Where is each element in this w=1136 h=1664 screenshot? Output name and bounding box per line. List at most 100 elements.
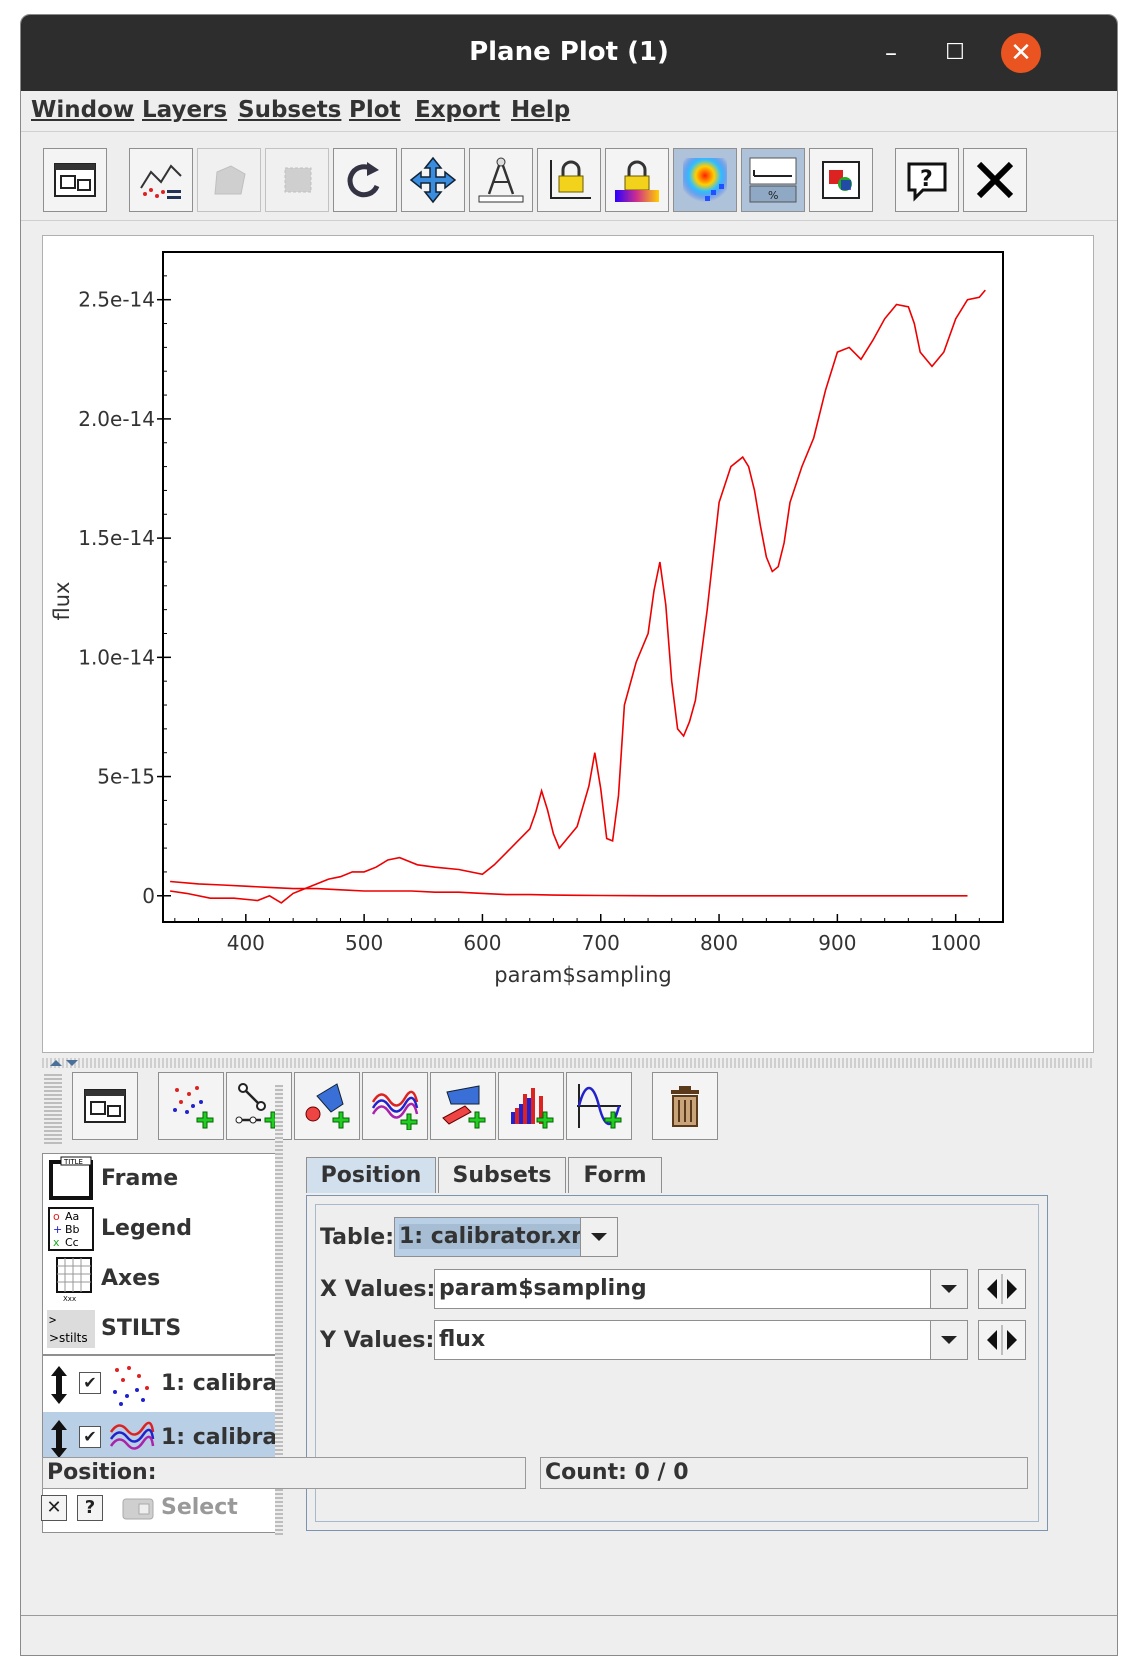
split-pane-divider[interactable]: [42, 1058, 1094, 1068]
chevron-down-icon: [941, 1336, 957, 1344]
title-bar[interactable]: Plane Plot (1) – ☐ ✕: [21, 15, 1117, 91]
replot-button[interactable]: [333, 148, 397, 212]
plot-panel[interactable]: 400 500 600 700 800 900 1000 0 5e-15 1.0e-14 1.5e-…: [42, 235, 1094, 1053]
add-mark-layer-button[interactable]: [158, 1072, 224, 1140]
menu-window[interactable]: Window: [31, 97, 134, 123]
menu-export[interactable]: Export: [415, 97, 500, 123]
drag-handle-icon[interactable]: [47, 1364, 71, 1406]
svg-text:>: >: [49, 1313, 56, 1327]
close-plot-button[interactable]: [963, 148, 1027, 212]
svg-text:Aa: Aa: [65, 1210, 79, 1223]
select-icon: [122, 1498, 154, 1520]
add-function-layer-button[interactable]: [566, 1072, 632, 1140]
position-readout: Position:: [42, 1457, 526, 1489]
y-axis-label: flux: [50, 582, 74, 621]
add-line-layer-button[interactable]: [362, 1072, 428, 1140]
lock-aux-button[interactable]: [605, 148, 669, 212]
y-tick-label: 5e-15: [97, 765, 155, 789]
lock-aux-icon: [615, 160, 659, 202]
remove-layer-button[interactable]: [652, 1072, 718, 1140]
tab-form[interactable]: Form: [568, 1157, 662, 1193]
y-values-dropdown-arrow[interactable]: [930, 1321, 967, 1359]
drag-handle-icon[interactable]: [47, 1418, 71, 1460]
add-histogram-layer-icon: [511, 1088, 554, 1129]
layer-visibility-checkbox[interactable]: ✔: [79, 1426, 101, 1448]
export-image-button[interactable]: [809, 148, 873, 212]
lock-axes-button[interactable]: [537, 148, 601, 212]
menu-bar: Window Layers Subsets Plot Export Help: [21, 91, 1117, 132]
draw-subset-rect-button[interactable]: [265, 148, 329, 212]
control-item-label: Axes: [101, 1266, 161, 1291]
x-tick-label: 400: [227, 931, 265, 955]
add-spot-layer-button[interactable]: [430, 1072, 496, 1140]
legend-icon: o Aa+ Bbx Cc: [48, 1207, 94, 1251]
help-small-button[interactable]: ?: [77, 1495, 103, 1521]
toolbar-grip[interactable]: [44, 1074, 62, 1144]
layer-visibility-checkbox[interactable]: ✔: [79, 1372, 101, 1394]
table-dropdown-arrow[interactable]: [580, 1218, 617, 1256]
y-values-field[interactable]: flux: [434, 1320, 968, 1360]
layer-row-marks[interactable]: ✔ 1: calibrator.xml: [43, 1358, 281, 1412]
y-values-stepper[interactable]: [978, 1320, 1026, 1360]
add-line-layer-icon: [371, 1090, 419, 1130]
layer-toolbar: [42, 1072, 1094, 1150]
axis-config-button[interactable]: [469, 148, 533, 212]
navigate-button[interactable]: [401, 148, 465, 212]
left-right-arrows-icon[interactable]: [979, 1321, 1025, 1359]
x-axis-label: param$sampling: [494, 963, 671, 987]
add-histogram-layer-button[interactable]: [498, 1072, 564, 1140]
window-icon: [54, 163, 96, 197]
trash-icon: [671, 1086, 699, 1127]
add-area-layer-button[interactable]: [294, 1072, 360, 1140]
maximize-button[interactable]: ☐: [935, 33, 975, 73]
float-controls-button[interactable]: [72, 1072, 138, 1140]
menu-subsets[interactable]: Subsets: [238, 97, 341, 123]
table-selector[interactable]: 1: calibrator.xml: [394, 1217, 618, 1257]
control-item-axes[interactable]: Xxx Axes: [43, 1254, 281, 1304]
control-item-legend[interactable]: o Aa + Bb x Cc Legend: [43, 1204, 281, 1254]
minimize-button[interactable]: –: [871, 33, 911, 73]
select-label: Select: [161, 1495, 238, 1520]
left-right-arrows-icon[interactable]: [979, 1270, 1025, 1308]
draw-subset-blob-button[interactable]: [197, 148, 261, 212]
menu-layers[interactable]: Layers: [142, 97, 227, 123]
menu-layers-label: Layers: [142, 97, 228, 123]
control-item-frame[interactable]: TITLE Frame: [43, 1154, 281, 1204]
plane-plot-window: Plane Plot (1) – ☐ ✕ Window Layers Subse…: [20, 14, 1118, 1656]
menu-help[interactable]: Help: [511, 97, 570, 123]
fit-layers-button[interactable]: [129, 148, 193, 212]
y-values-value: flux: [439, 1327, 486, 1352]
x-values-value: param$sampling: [439, 1276, 647, 1301]
x-tick-label: 900: [818, 931, 856, 955]
x-values-dropdown-arrow[interactable]: [930, 1270, 967, 1308]
y-tick-label: 1.5e-14: [78, 526, 155, 550]
new-window-button[interactable]: [43, 148, 107, 212]
subset-rect-icon: [284, 167, 312, 193]
menu-plot[interactable]: Plot: [349, 97, 401, 123]
help-button[interactable]: ?: [895, 148, 959, 212]
x-values-stepper[interactable]: [978, 1269, 1026, 1309]
splitter-arrows-icon[interactable]: [46, 1058, 86, 1068]
help-icon: ?: [907, 162, 947, 202]
tab-position[interactable]: Position: [306, 1157, 436, 1193]
line-chart[interactable]: 400 500 600 700 800 900 1000 0 5e-15 1.0e-14 1.5e-…: [43, 236, 1093, 1052]
clear-button[interactable]: ✕: [41, 1495, 67, 1521]
close-button[interactable]: ✕: [1001, 33, 1041, 73]
x-values-label: X Values:: [320, 1277, 436, 1302]
heatmap-button[interactable]: [673, 148, 737, 212]
x-tick-label: 1000: [930, 931, 981, 955]
status-bar-toggle-button[interactable]: %: [741, 148, 805, 212]
y-values-label: Y Values:: [320, 1328, 435, 1353]
y-tick-label: 2.0e-14: [78, 407, 155, 431]
x-values-field[interactable]: param$sampling: [434, 1269, 968, 1309]
tab-subsets[interactable]: Subsets: [438, 1157, 566, 1193]
svg-text:Cc: Cc: [65, 1236, 79, 1249]
control-list-divider: [43, 1354, 281, 1356]
x-tick-label: 600: [463, 931, 501, 955]
layer-label: 1: calibrator.xml: [161, 1371, 281, 1396]
table-label: Table:: [320, 1225, 395, 1250]
main-toolbar: % ?: [21, 132, 1117, 221]
control-item-stilts[interactable]: > >stilts STILTS: [43, 1304, 281, 1354]
x-tick-label: 800: [700, 931, 738, 955]
add-function-layer-icon: [577, 1084, 622, 1129]
